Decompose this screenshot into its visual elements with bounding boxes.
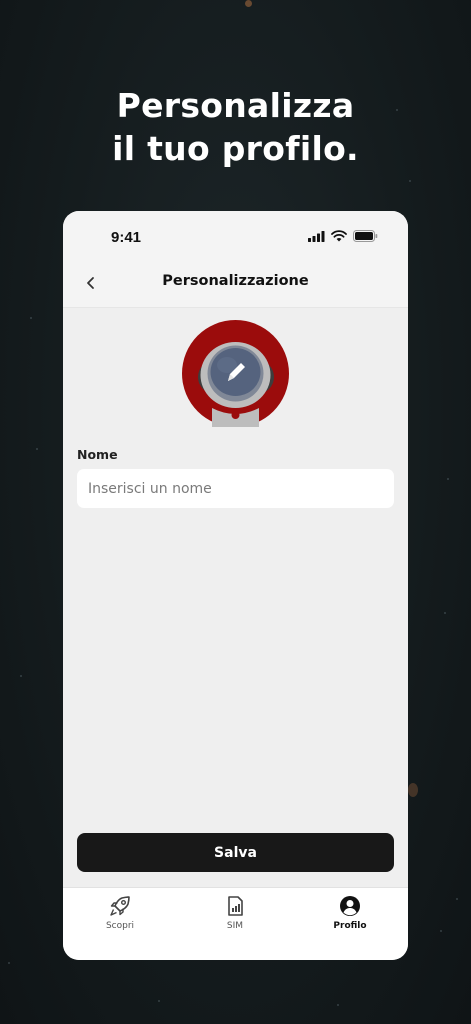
status-time: 9:41 — [111, 229, 142, 246]
rocket-icon — [110, 896, 130, 916]
marketing-headline: Personalizza il tuo profilo. — [0, 84, 471, 170]
tab-scopri[interactable]: Scopri — [75, 894, 165, 931]
headline-line-2: il tuo profilo. — [112, 129, 359, 169]
tab-label: Profilo — [333, 921, 367, 931]
tab-profilo[interactable]: Profilo — [305, 894, 395, 931]
wifi-icon — [331, 230, 347, 242]
page-title: Personalizzazione — [162, 273, 309, 289]
save-button[interactable]: Salva — [77, 833, 394, 872]
sim-card-icon — [228, 896, 243, 916]
astronaut-avatar — [182, 320, 289, 427]
status-bar: 9:41 — [63, 211, 408, 259]
status-icons — [308, 230, 378, 242]
headline-line-1: Personalizza — [116, 86, 355, 126]
tab-label: SIM — [226, 921, 244, 931]
name-field-label: Nome — [77, 447, 118, 462]
cellular-signal-icon — [308, 230, 325, 242]
battery-icon — [353, 230, 378, 242]
navigation-bar: Personalizzazione — [63, 259, 408, 308]
tab-bar: Scopri SIM Profilo — [63, 887, 408, 960]
avatar-edit-button[interactable] — [182, 320, 289, 427]
profile-icon — [340, 896, 360, 916]
phone-screen: 9:41 Personalizzazione Nome Inserisci un… — [63, 211, 408, 960]
tab-label: Scopri — [105, 921, 135, 931]
tab-sim[interactable]: SIM — [190, 894, 280, 931]
name-input[interactable] — [77, 469, 394, 508]
